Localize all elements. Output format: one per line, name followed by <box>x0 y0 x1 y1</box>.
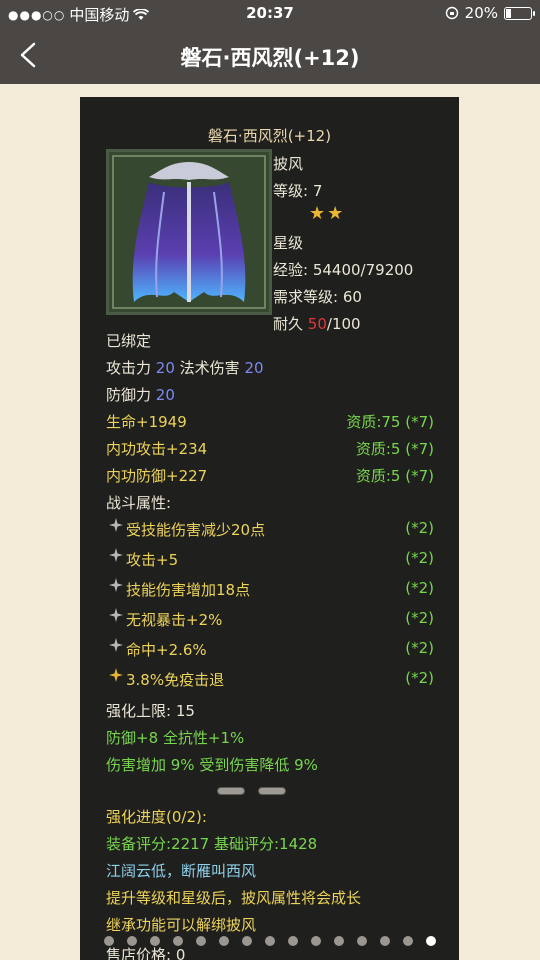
attr-name: 生命+1949 <box>106 413 187 431</box>
page-dot[interactable] <box>242 936 252 946</box>
page-dot[interactable] <box>403 936 413 946</box>
item-detail-card: 磐石·西风烈(+12) 披风 等级: 7 ★ ★ 星级 经验: 54400/792… <box>80 97 459 960</box>
page-indicator[interactable] <box>0 936 540 948</box>
item-type: 披风 <box>273 155 304 173</box>
battle-attr-multiplier: (*2) <box>405 609 434 627</box>
gray-star-icon <box>109 518 123 532</box>
battery-percent: 20% <box>464 4 498 22</box>
battle-attr-multiplier: (*2) <box>405 639 434 657</box>
gray-star-icon <box>109 548 123 562</box>
star-level-label: 星级 <box>273 234 304 252</box>
attr-name: 内功防御+227 <box>106 467 208 485</box>
flavor-text: 江阔云低，断雁叫西风 <box>106 862 257 880</box>
star-icon: ★ <box>309 203 326 224</box>
page-title: 磐石·西风烈(+12) <box>180 46 360 70</box>
battle-attr-name: 命中+2.6% <box>126 641 207 659</box>
attr-quality: 资质:5 (*7) <box>355 440 434 458</box>
required-level: 需求等级: 60 <box>273 288 362 306</box>
page-dot[interactable] <box>288 936 298 946</box>
item-level: 等级: 7 <box>273 182 323 200</box>
battle-attr-name: 攻击+5 <box>126 551 179 569</box>
page-dot[interactable] <box>219 936 229 946</box>
attr-quality: 资质:75 (*7) <box>346 413 434 431</box>
enhance-limit: 强化上限: 15 <box>106 702 195 720</box>
defense-stat: 防御力 20 <box>106 386 175 404</box>
page-dot[interactable] <box>426 936 436 946</box>
page-dot[interactable] <box>104 936 114 946</box>
page-dot[interactable] <box>173 936 183 946</box>
inherit-note: 继承功能可以解绑披风 <box>106 916 257 934</box>
enhance-bonus: 防御+8 全抗性+1% <box>106 729 245 747</box>
gold-star-icon <box>109 668 123 682</box>
enhance-slot <box>217 787 245 795</box>
battle-attr-name: 受技能伤害减少20点 <box>126 521 266 539</box>
battle-attrs-header: 战斗属性: <box>106 494 172 512</box>
battle-attr-name: 无视暴击+2% <box>126 611 223 629</box>
cape-item-icon <box>106 149 272 315</box>
enhance-bonus: 伤害增加 9% 受到伤害降低 9% <box>106 756 318 774</box>
gray-star-icon <box>109 638 123 652</box>
page-dot[interactable] <box>265 936 275 946</box>
gray-star-icon <box>109 578 123 592</box>
item-name: 磐石·西风烈(+12) <box>207 127 332 145</box>
page-dot[interactable] <box>196 936 206 946</box>
bound-status: 已绑定 <box>106 332 152 350</box>
attr-name: 内功攻击+234 <box>106 440 208 458</box>
battle-attr-name: 3.8%免疫击退 <box>126 671 225 689</box>
page-dot[interactable] <box>311 936 321 946</box>
battery-icon <box>504 6 535 20</box>
attack-stats: 攻击力 20 法术伤害 20 <box>106 359 264 377</box>
page-dot[interactable] <box>334 936 344 946</box>
star-icon: ★ <box>327 203 344 224</box>
page-dot[interactable] <box>380 936 390 946</box>
battle-attr-multiplier: (*2) <box>405 669 434 687</box>
battle-attr-name: 技能伤害增加18点 <box>126 581 251 599</box>
battle-attr-multiplier: (*2) <box>405 519 434 537</box>
attr-quality: 资质:5 (*7) <box>355 467 434 485</box>
growth-note: 提升等级和星级后，披风属性将会成长 <box>106 889 362 907</box>
enhance-progress: 强化进度(0/2): <box>106 808 207 826</box>
battle-attr-multiplier: (*2) <box>405 579 434 597</box>
page-dot[interactable] <box>150 936 160 946</box>
battle-attr-multiplier: (*2) <box>405 549 434 567</box>
experience: 经验: 54400/79200 <box>273 261 414 279</box>
page-dot[interactable] <box>357 936 367 946</box>
page-dot[interactable] <box>127 936 137 946</box>
status-bar: ●●●○○ 中国移动 20:37 20% <box>0 0 540 28</box>
rotation-lock-icon <box>445 6 458 20</box>
gray-star-icon <box>109 608 123 622</box>
durability: 耐久 50/100 <box>273 315 361 333</box>
enhance-slot <box>258 787 286 795</box>
top-bar: ●●●○○ 中国移动 20:37 20% 磐石·西风烈(+12) <box>0 0 540 84</box>
star-rating: ★ ★ <box>309 205 343 223</box>
equipment-score: 装备评分:2217 基础评分:1428 <box>106 835 318 853</box>
